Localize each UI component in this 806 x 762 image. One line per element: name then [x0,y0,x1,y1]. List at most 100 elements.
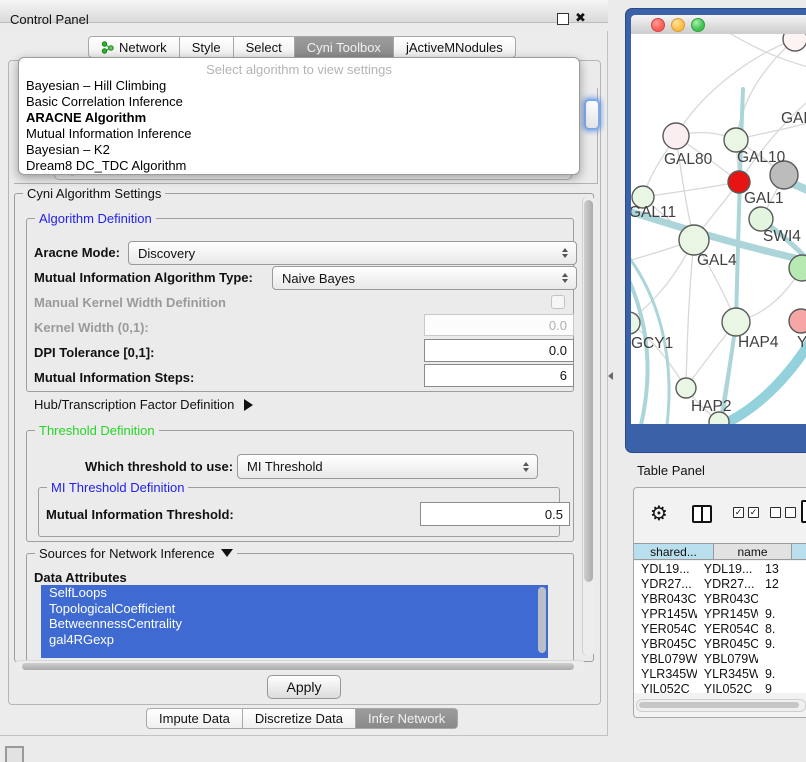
minimize-traffic-light-icon[interactable] [671,18,685,32]
algorithm-combo-spinner-fragment[interactable] [584,99,600,130]
control-panel-title: Control Panel [10,12,89,27]
column-header[interactable]: shared... [634,543,714,560]
table-horizontal-scrollbar[interactable] [636,699,806,712]
network-node[interactable] [783,34,806,51]
table-cell: 9. [758,667,806,681]
attribute-item[interactable]: SelfLoops [41,585,548,601]
network-window-titlebar[interactable] [631,15,806,35]
mi-steps-field[interactable]: 6 [424,364,574,387]
algorithm-option[interactable]: ARACNE Algorithm [19,110,579,126]
float-window-icon[interactable] [557,13,569,25]
gear-icon[interactable]: ⚙ [650,501,668,526]
algorithm-list: Bayesian – Hill ClimbingBasic Correlatio… [19,78,579,174]
table-cell: YIL052C [634,682,697,694]
tab-impute-data[interactable]: Impute Data [146,708,243,729]
network-node[interactable] [663,123,689,149]
tab-style[interactable]: Style [180,36,234,58]
network-edge[interactable] [676,39,795,136]
node-label: GAL [781,110,806,127]
table-cell: 9. [758,637,806,651]
mi-threshold-field[interactable]: 0.5 [420,502,570,526]
settings-group-title: Cyni Algorithm Settings [23,186,165,201]
collapse-down-icon[interactable] [221,549,233,557]
network-node[interactable] [679,225,709,255]
attribute-item[interactable]: BetweennessCentrality [41,616,548,632]
zoom-traffic-light-icon[interactable] [691,18,705,32]
unchecked-checkbox-icon[interactable] [770,507,781,518]
apply-button[interactable]: Apply [267,675,341,699]
manual-kernel-label: Manual Kernel Width Definition [34,295,226,310]
table-cell: YBR043C [697,592,758,606]
checked-checkbox-icon[interactable]: ✓ [733,507,744,518]
attribute-item[interactable]: gal4RGexp [41,632,548,648]
manual-kernel-checkbox[interactable] [551,295,565,309]
table-cell: 8. [758,622,806,636]
network-canvas[interactable]: GALGAL80GAL10GAL1GAL11SWI4GAL4GCY1HAP4YH… [631,34,806,424]
column-layout-icon[interactable] [692,505,712,523]
table-cell: YDL19... [697,562,758,576]
table-cell: YLR345W [697,667,758,681]
table-row[interactable]: YLR345WYLR345W9. [634,666,806,681]
attribute-item[interactable]: TopologicalCoefficient [41,601,548,617]
close-traffic-light-icon[interactable] [651,18,665,32]
tab-select[interactable]: Select [234,36,295,58]
tab-cyni-toolbox[interactable]: Cyni Toolbox [295,36,394,58]
tab-network[interactable]: Network [88,36,180,58]
column-header[interactable]: name [714,543,792,560]
splitpane-collapse-icon[interactable] [608,372,613,380]
aracne-mode-combo[interactable]: Discovery [128,241,577,265]
table-cell: 9. [758,607,806,621]
table-cell: YBR045C [634,637,697,651]
table-row[interactable]: YDR27...YDR27...12 [634,576,806,591]
algorithm-option[interactable]: Bayesian – K2 [19,142,579,158]
mi-type-combo[interactable]: Naive Bayes [272,266,577,290]
algorithm-option[interactable]: Bayesian – Hill Climbing [19,78,579,94]
algorithm-option[interactable]: Mutual Information Inference [19,126,579,142]
network-node[interactable] [631,312,640,334]
table-row[interactable]: YBR043CYBR043C [634,591,806,606]
document-icon[interactable] [801,500,806,523]
checked-checkbox-icon[interactable]: ✓ [748,507,759,518]
algorithm-option[interactable]: Dream8 DC_TDC Algorithm [19,158,579,174]
mi-threshold-label: Mutual Information Threshold: [46,507,234,522]
tab-infer-network[interactable]: Infer Network [356,708,458,729]
unchecked-checkbox-icon[interactable] [785,507,796,518]
algorithm-dropdown-popup: Select algorithm to view settings Bayesi… [18,57,580,175]
table-row[interactable]: YBR045CYBR045C9. [634,636,806,651]
hub-definition-toggle[interactable]: Hub/Transcription Factor Definition [34,397,253,412]
tab-network-label: Network [119,40,167,55]
column-header[interactable] [792,543,806,560]
network-edge[interactable] [631,323,686,388]
control-panel-titlebar [0,0,608,23]
data-attributes-list[interactable]: SelfLoopsTopologicalCoefficientBetweenne… [41,585,548,658]
table-row[interactable]: YBL079WYBL079W [634,651,806,666]
table-row[interactable]: YIL052CYIL052C9 [634,681,806,693]
network-edge[interactable] [643,182,739,197]
tab-jactivemnodules[interactable]: jActiveMNodules [394,36,516,58]
screen: Control Panel ✖ Network Style Select Cyn… [0,0,806,762]
algorithm-option[interactable]: Basic Correlation Inference [19,94,579,110]
bottom-tabbar: Impute Data Discretize Data Infer Networ… [146,708,458,729]
network-node[interactable] [676,378,696,398]
settings-horizontal-scrollbar[interactable] [14,660,586,672]
table-panel-title: Table Panel [637,463,705,478]
node-label: GAL4 [697,252,737,269]
kernel-width-field[interactable]: 0.0 [424,314,574,336]
which-threshold-combo[interactable]: MI Threshold [237,454,538,479]
attributes-scrollbar[interactable] [538,587,546,653]
table-cell: 12 [758,577,806,591]
node-label: GCY1 [631,335,673,352]
tab-discretize-data[interactable]: Discretize Data [243,708,356,729]
table-row[interactable]: YPR145WYPR145W9. [634,606,806,621]
close-icon[interactable]: ✖ [575,10,586,26]
settings-vertical-scrollbar[interactable] [582,196,595,656]
dpi-tolerance-field[interactable]: 0.0 [424,339,574,362]
network-edge[interactable] [686,240,694,388]
network-node[interactable] [722,308,750,336]
table-row[interactable]: YDL19...YDL19...13 [634,561,806,576]
node-label: HAP2 [691,398,732,415]
table-cell: YDR27... [697,577,758,591]
table-row[interactable]: YER054CYER054C8. [634,621,806,636]
network-node[interactable] [789,309,806,333]
dock-square-icon[interactable] [5,746,24,762]
